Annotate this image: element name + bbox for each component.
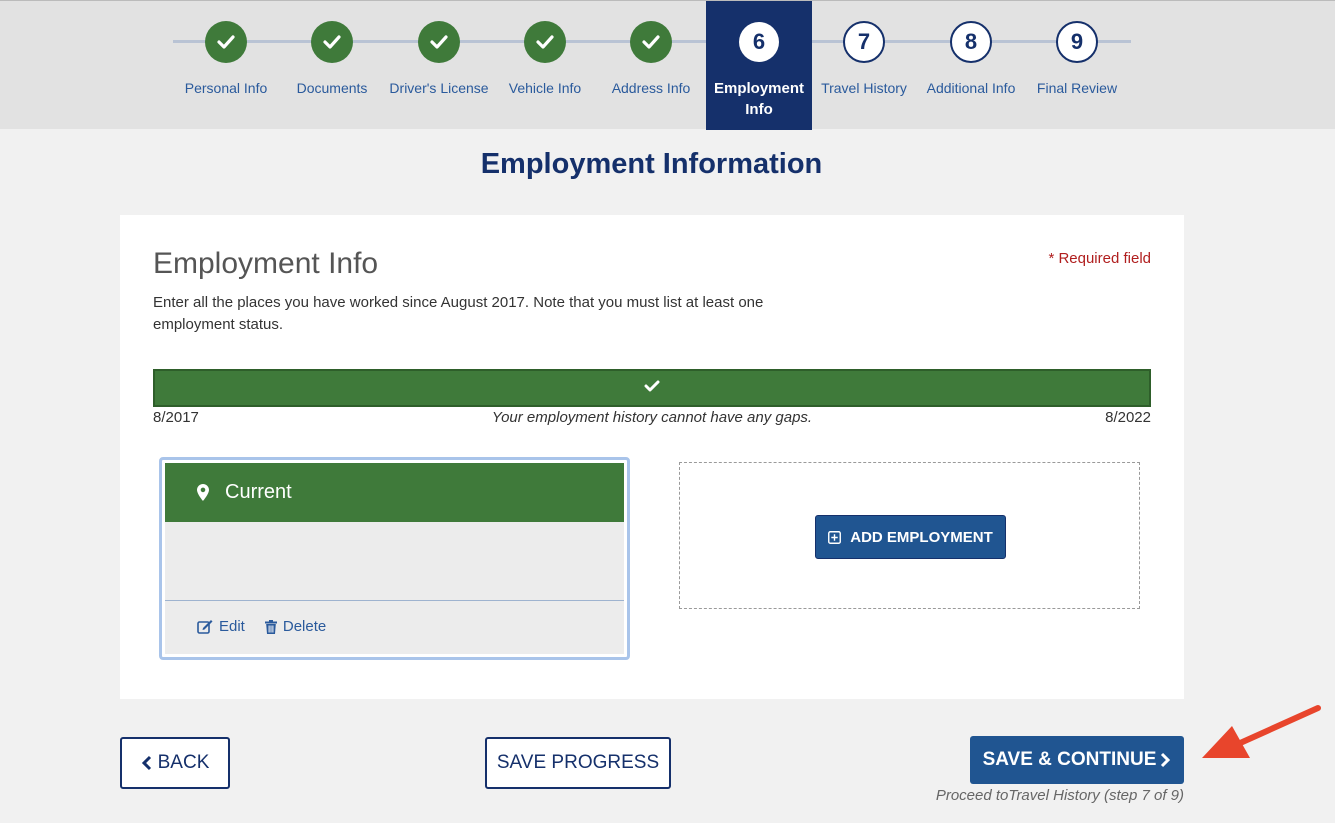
- delete-button[interactable]: Delete: [264, 618, 327, 635]
- edit-button[interactable]: Edit: [197, 618, 245, 635]
- save-continue-button[interactable]: SAVE & CONTINUE: [970, 736, 1184, 784]
- step-circle: 9: [1056, 21, 1098, 63]
- employment-timeline-bar: [153, 369, 1151, 407]
- annotation-arrow-icon: [1202, 705, 1321, 758]
- step-6[interactable]: 6 Employment Info: [706, 1, 812, 130]
- check-icon: [644, 380, 660, 392]
- step-7[interactable]: 7 Travel History: [811, 1, 917, 130]
- step-circle: [205, 21, 247, 63]
- employment-card: Employment Info * Required field Enter a…: [120, 215, 1184, 699]
- employment-status: Current: [225, 481, 292, 503]
- step-circle: [311, 21, 353, 63]
- delete-label: Delete: [282, 618, 327, 635]
- step-9[interactable]: 9 Final Review: [1024, 1, 1130, 130]
- edit-label: Edit: [219, 618, 245, 635]
- edit-icon: [197, 620, 213, 634]
- map-pin-icon: [197, 484, 209, 501]
- plus-square-icon: [828, 530, 842, 544]
- step-circle: [630, 21, 672, 63]
- card-description: Enter all the places you have worked sin…: [153, 294, 764, 333]
- check-icon: [217, 35, 235, 49]
- back-button[interactable]: BACK: [120, 737, 230, 789]
- add-employment-label: ADD EMPLOYMENT: [850, 528, 993, 546]
- proceed-note: Proceed toTravel History (step 7 of 9): [935, 787, 1184, 804]
- step-8[interactable]: 8 Additional Info: [918, 1, 1024, 130]
- step-label: Address Info: [611, 80, 691, 96]
- step-5[interactable]: Address Info: [598, 1, 704, 130]
- divider: [165, 600, 624, 601]
- check-icon: [536, 35, 554, 49]
- chevron-left-icon: [141, 755, 151, 771]
- required-field-note: * Required field: [1048, 250, 1151, 267]
- add-employment-area: ADD EMPLOYMENT: [679, 462, 1140, 609]
- step-3[interactable]: Driver's License: [386, 1, 492, 130]
- step-label: Final Review: [1036, 80, 1118, 96]
- step-2[interactable]: Documents: [279, 1, 385, 130]
- save-progress-button[interactable]: SAVE PROGRESS: [485, 737, 671, 789]
- step-circle: 8: [950, 21, 992, 63]
- page-title: Employment Information: [480, 148, 823, 180]
- trash-icon: [264, 619, 277, 634]
- step-circle: 7: [843, 21, 885, 63]
- step-circle: 6: [739, 22, 779, 62]
- back-label: BACK: [157, 752, 210, 773]
- progress-stepper: Personal Info Documents Driver's License Ve…: [0, 0, 1335, 130]
- chevron-right-icon: [1161, 752, 1171, 768]
- check-icon: [642, 35, 660, 49]
- employment-entry-header: Current: [165, 463, 624, 522]
- check-icon: [323, 35, 341, 49]
- step-label: Employment Info: [713, 80, 804, 118]
- timeline-end: 8/2022: [1105, 409, 1151, 426]
- check-icon: [430, 35, 448, 49]
- step-1[interactable]: Personal Info: [173, 1, 279, 130]
- step-4[interactable]: Vehicle Info: [492, 1, 598, 130]
- save-progress-label: SAVE PROGRESS: [496, 752, 660, 773]
- add-employment-button[interactable]: ADD EMPLOYMENT: [815, 515, 1006, 559]
- save-continue-label: SAVE & CONTINUE: [982, 749, 1157, 770]
- step-circle: [524, 21, 566, 63]
- card-title: Employment Info: [153, 247, 379, 280]
- step-circle: [418, 21, 460, 63]
- timeline-note: Your employment history cannot have any …: [491, 409, 813, 426]
- employment-entry[interactable]: Current Edit Delete: [159, 457, 630, 660]
